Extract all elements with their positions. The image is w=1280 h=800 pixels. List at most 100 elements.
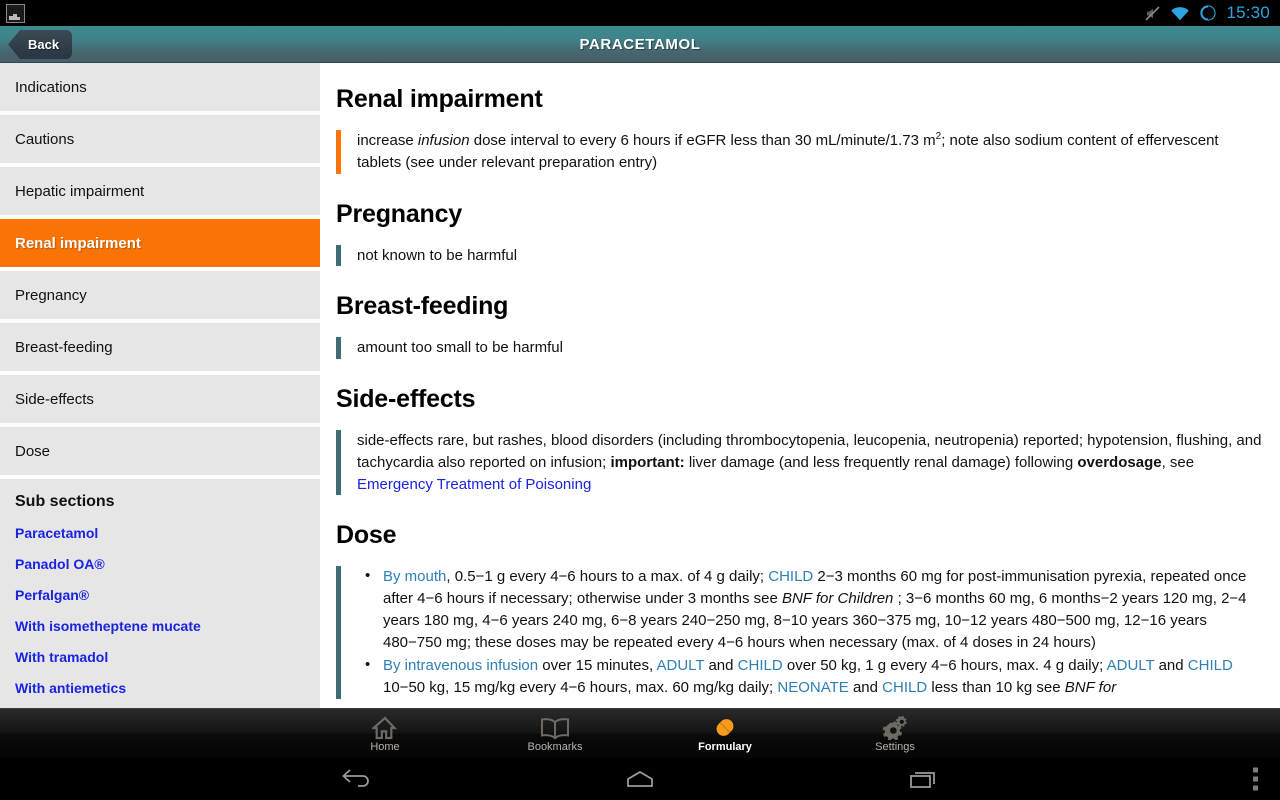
page-title: PARACETAMOL bbox=[579, 35, 701, 53]
dose2-part-6: and bbox=[848, 679, 883, 696]
dose1-child-label: CHILD bbox=[768, 568, 814, 586]
sidebar-item-label: Cautions bbox=[15, 130, 75, 148]
sub-section-link-paracetamol[interactable]: Paracetamol bbox=[15, 525, 320, 541]
dose2-part-5: 10−50 kg, 15 mg/kg every 4−6 hours, max.… bbox=[383, 679, 778, 696]
section-heading: Side-effects bbox=[336, 385, 476, 413]
sidebar-item-cautions[interactable]: Cautions bbox=[0, 115, 320, 163]
sub-section-link-panadol-oa[interactable]: Panadol OA® bbox=[15, 556, 320, 572]
nav-back-button[interactable] bbox=[297, 768, 417, 790]
breast-feeding-text: amount too small to be harmful bbox=[336, 337, 1264, 359]
sidebar-item-indications[interactable]: Indications bbox=[0, 63, 320, 111]
tab-settings[interactable]: Settings bbox=[839, 714, 951, 753]
book-icon bbox=[540, 714, 570, 740]
sidebar-item-side-effects[interactable]: Side-effects bbox=[0, 375, 320, 423]
sub-section-link-isometheptene-mucate[interactable]: With isometheptene mucate bbox=[15, 618, 320, 634]
home-icon bbox=[627, 770, 653, 787]
tab-label: Bookmarks bbox=[527, 741, 583, 753]
tab-home[interactable]: Home bbox=[329, 714, 441, 753]
dose2-adult-label-2: ADULT bbox=[1106, 657, 1155, 675]
dose-list: By mouth, 0.5−1 g every 4−6 hours to a m… bbox=[357, 565, 1264, 699]
sidebar-item-pregnancy[interactable]: Pregnancy bbox=[0, 271, 320, 319]
section-heading: Dose bbox=[336, 521, 397, 550]
renal-text-italic: infusion bbox=[417, 132, 470, 149]
app-title-bar: Back PARACETAMOL bbox=[0, 26, 1280, 63]
sidebar-item-label: Dose bbox=[15, 442, 51, 460]
sub-sections-title: Sub sections bbox=[15, 493, 115, 510]
dose2-child-label: CHILD bbox=[737, 657, 783, 675]
home-icon bbox=[372, 714, 398, 740]
sidebar-item-hepatic-impairment[interactable]: Hepatic impairment bbox=[0, 167, 320, 215]
dose2-part-3: over 50 kg, 1 g every 4−6 hours, max. 4 … bbox=[782, 657, 1107, 675]
tab-label: Settings bbox=[875, 741, 915, 753]
app-bottom-tab-bar: Home Bookmarks Formulary Settings bbox=[0, 708, 1280, 758]
app-root: 15:30 Back PARACETAMOL Indications Cauti… bbox=[0, 0, 1280, 800]
tab-label: Formulary bbox=[698, 741, 752, 753]
back-button[interactable]: Back bbox=[8, 30, 73, 59]
sidebar-item-label: Pregnancy bbox=[15, 286, 87, 304]
recents-icon bbox=[910, 772, 935, 788]
status-bar-system-icons: 15:30 bbox=[1144, 3, 1280, 23]
tab-label: Home bbox=[370, 741, 400, 753]
section-heading: Pregnancy bbox=[336, 199, 463, 228]
battery-icon bbox=[1200, 5, 1217, 21]
section-heading: Breast-feeding bbox=[336, 292, 509, 321]
overflow-menu-icon[interactable] bbox=[1253, 767, 1258, 791]
android-nav-bar bbox=[0, 758, 1280, 800]
tab-bookmarks[interactable]: Bookmarks bbox=[499, 714, 611, 753]
monograph-content: Renal impairment increase infusion dose … bbox=[320, 63, 1280, 708]
section-breast-feeding: Breast-feeding amount too small to be ha… bbox=[336, 292, 1264, 359]
sidebar-item-label: Side-effects bbox=[15, 390, 94, 408]
renal-text-part-2: dose interval to every 6 hours if eGFR l… bbox=[469, 132, 936, 149]
pill-icon bbox=[712, 714, 738, 740]
by-intravenous-infusion-link[interactable]: By intravenous infusion bbox=[383, 657, 538, 674]
dose2-neonate-label: NEONATE bbox=[777, 679, 849, 696]
sub-section-link-tramadol[interactable]: With tramadol bbox=[15, 649, 320, 665]
by-mouth-link[interactable]: By mouth bbox=[383, 568, 446, 585]
sidebar-item-renal-impairment[interactable]: Renal impairment bbox=[0, 219, 320, 267]
nav-home-button[interactable] bbox=[580, 768, 700, 790]
sidebar-item-label: Renal impairment bbox=[15, 234, 141, 252]
section-dose: Dose By mouth, 0.5−1 g every 4−6 hours t… bbox=[336, 521, 1264, 699]
sub-sections-panel: Sub sections Paracetamol Panadol OA® Per… bbox=[0, 479, 320, 708]
tab-formulary[interactable]: Formulary bbox=[669, 714, 781, 753]
sub-section-link-perfalgan[interactable]: Perfalgan® bbox=[15, 587, 320, 603]
dose2-part-2: and bbox=[704, 657, 738, 675]
status-bar-clock: 15:30 bbox=[1226, 3, 1270, 22]
nav-recents-button[interactable] bbox=[863, 768, 983, 790]
dose2-child-label-2: CHILD bbox=[1187, 657, 1233, 675]
mute-icon bbox=[1145, 5, 1161, 21]
sidebar-item-label: Indications bbox=[15, 78, 87, 96]
gears-icon bbox=[881, 714, 909, 740]
sidebar-item-dose[interactable]: Dose bbox=[0, 427, 320, 475]
dose1-part-1: , 0.5−1 g every 4−6 hours to a max. of 4… bbox=[446, 568, 769, 586]
section-sidebar[interactable]: Indications Cautions Hepatic impairment … bbox=[0, 63, 320, 708]
dose-list-item-by-iv-infusion: By intravenous infusion over 15 minutes,… bbox=[357, 654, 1264, 699]
dose2-adult-label: ADULT bbox=[656, 657, 705, 675]
dose2-part-7: less than 10 kg see bbox=[927, 679, 1065, 696]
emergency-treatment-of-poisoning-link[interactable]: Emergency Treatment of Poisoning bbox=[357, 476, 591, 493]
dose-list-item-by-mouth: By mouth, 0.5−1 g every 4−6 hours to a m… bbox=[357, 565, 1264, 653]
sidebar-item-breast-feeding[interactable]: Breast-feeding bbox=[0, 323, 320, 371]
dose-text: By mouth, 0.5−1 g every 4−6 hours to a m… bbox=[336, 565, 1264, 699]
side-effects-part-2: liver damage (and less frequently renal … bbox=[684, 453, 1078, 471]
wifi-icon bbox=[1171, 6, 1190, 20]
renal-impairment-text: increase infusion dose interval to every… bbox=[336, 130, 1264, 174]
dose1-bnf-reference: BNF for Children bbox=[781, 590, 894, 607]
dose2-part-1: over 15 minutes, bbox=[538, 657, 657, 675]
section-pregnancy: Pregnancy not known to be harmful bbox=[336, 200, 1264, 267]
main-body: Indications Cautions Hepatic impairment … bbox=[0, 63, 1280, 708]
dose2-bnf-reference: BNF for bbox=[1064, 679, 1117, 696]
side-effects-important-label: important: bbox=[610, 453, 685, 471]
section-renal-impairment: Renal impairment increase infusion dose … bbox=[336, 85, 1264, 174]
sidebar-item-label: Breast-feeding bbox=[15, 338, 113, 356]
section-side-effects: Side-effects side-effects rare, but rash… bbox=[336, 385, 1264, 496]
status-bar-notifications bbox=[0, 3, 25, 23]
android-status-bar: 15:30 bbox=[0, 0, 1280, 26]
pregnancy-text: not known to be harmful bbox=[336, 244, 1264, 267]
renal-text-part-1: increase bbox=[357, 132, 418, 149]
nav-buttons bbox=[0, 768, 1280, 790]
image-notification-icon bbox=[6, 3, 25, 23]
side-effects-part-3: , see bbox=[1161, 453, 1195, 471]
sub-section-link-antiemetics[interactable]: With antiemetics bbox=[15, 680, 320, 696]
back-icon bbox=[342, 769, 369, 787]
